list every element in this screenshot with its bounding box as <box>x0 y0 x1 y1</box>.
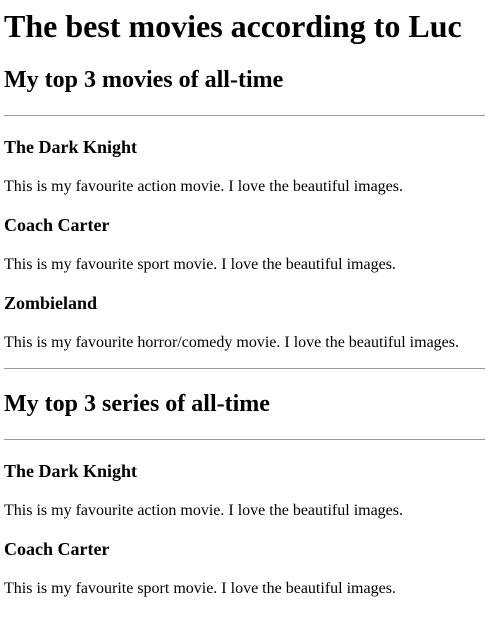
list-item: Coach Carter This is my favourite sport … <box>4 538 485 599</box>
series-title: The Dark Knight <box>4 461 138 481</box>
movie-description: This is my favourite horror/comedy movie… <box>4 334 459 351</box>
movie-title: Zombieland <box>4 293 98 313</box>
divider <box>4 368 485 369</box>
series-description: This is my favourite action movie. I lov… <box>4 502 404 519</box>
series-title: Coach Carter <box>4 539 110 559</box>
series-description: This is my favourite sport movie. I love… <box>4 580 396 597</box>
list-item: The Dark Knight This is my favourite act… <box>4 136 485 197</box>
movie-title: The Dark Knight <box>4 137 138 157</box>
series-section-heading: My top 3 series of all-time <box>4 391 270 417</box>
movies-section-heading: My top 3 movies of all-time <box>4 67 284 93</box>
divider <box>4 115 485 116</box>
list-item: Zombieland This is my favourite horror/c… <box>4 292 485 353</box>
movie-description: This is my favourite sport movie. I love… <box>4 256 396 273</box>
series-section: My top 3 series of all-time The Dark Kni… <box>4 390 485 599</box>
movie-title: Coach Carter <box>4 215 110 235</box>
page-title: The best movies according to Luc <box>4 8 462 44</box>
movies-section: My top 3 movies of all-time The Dark Kni… <box>4 66 485 369</box>
divider <box>4 439 485 440</box>
list-item: The Dark Knight This is my favourite act… <box>4 460 485 521</box>
list-item: Coach Carter This is my favourite sport … <box>4 214 485 275</box>
movie-description: This is my favourite action movie. I lov… <box>4 178 404 195</box>
